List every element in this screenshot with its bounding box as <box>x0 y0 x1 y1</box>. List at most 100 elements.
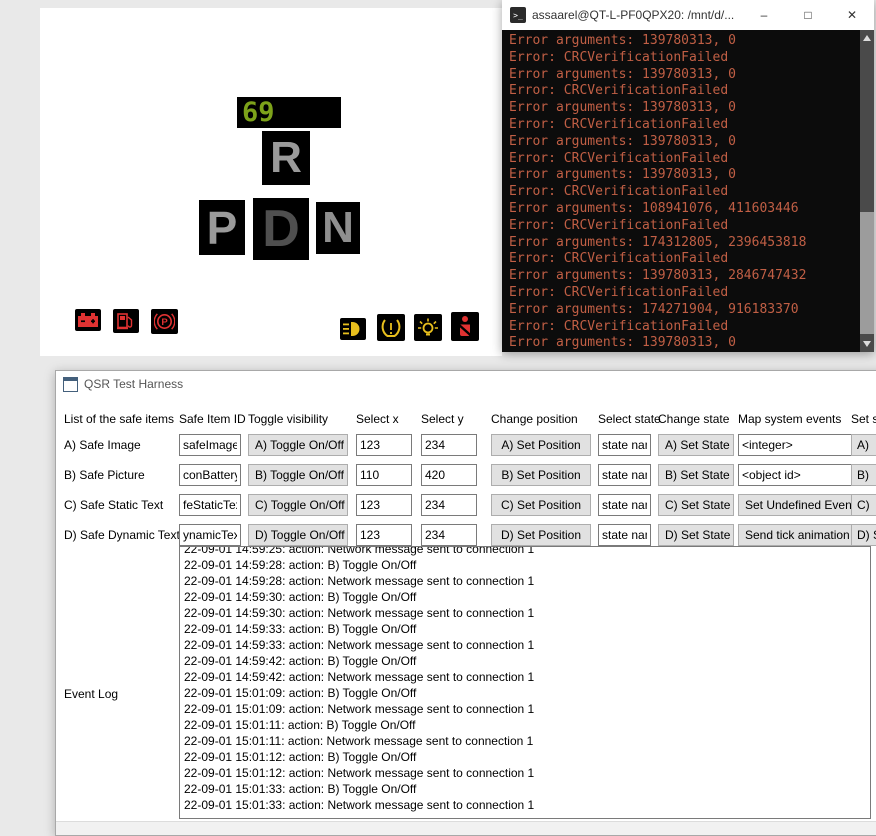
set-state-button[interactable]: B) Set State <box>658 464 734 486</box>
select-x-input[interactable] <box>356 464 412 486</box>
row-label: A) Safe Image <box>64 438 141 452</box>
safe-item-id-input[interactable] <box>179 464 241 486</box>
send-tick-animation-button[interactable]: Send tick animation <box>738 524 856 546</box>
column-header-toggle-visibility: Toggle visibility <box>248 412 328 426</box>
event-log[interactable]: 22-09-01 14:59:25: action: Network messa… <box>179 546 871 819</box>
select-y-input[interactable] <box>421 464 477 486</box>
terminal-scrollbar[interactable] <box>860 30 874 352</box>
seatbelt-warning-icon <box>451 312 479 341</box>
scrollbar-thumb[interactable] <box>860 212 874 334</box>
column-header-change-state: Change state <box>658 412 729 426</box>
window-title: QSR Test Harness <box>84 377 183 391</box>
event-log-line: 22-09-01 15:01:12: action: B) Toggle On/… <box>184 749 870 765</box>
column-header-select-x: Select x <box>356 412 399 426</box>
event-log-line: 22-09-01 14:59:28: action: Network messa… <box>184 573 870 589</box>
headlight-icon <box>340 318 366 340</box>
terminal-line: Error: CRCVerificationFailed <box>509 83 856 100</box>
column-header-change-position: Change position <box>491 412 578 426</box>
column-header-set-s: Set s <box>851 412 876 426</box>
set-system-event-button[interactable]: B) <box>851 464 876 486</box>
select-state-input[interactable] <box>598 464 651 486</box>
close-button[interactable]: ✕ <box>830 0 874 30</box>
lamp-indicator-icon <box>414 314 442 341</box>
event-log-lines: 22-09-01 14:59:25: action: Network messa… <box>180 546 870 813</box>
gear-option-n: N <box>316 202 360 254</box>
select-state-input[interactable] <box>598 524 651 546</box>
safe-item-id-input[interactable] <box>179 494 241 516</box>
terminal-window: >_ assaarel@QT-L-PF0QPX20: /mnt/d/... – … <box>502 0 874 352</box>
row-safe-image: A) Safe Image A) Toggle On/Off A) Set Po… <box>56 434 876 456</box>
set-state-button[interactable]: D) Set State <box>658 524 734 546</box>
scroll-down-icon[interactable] <box>860 336 874 352</box>
column-header-select-y: Select y <box>421 412 464 426</box>
event-log-line: 22-09-01 15:01:09: action: Network messa… <box>184 701 870 717</box>
select-x-input[interactable] <box>356 494 412 516</box>
terminal-line: Error: CRCVerificationFailed <box>509 50 856 67</box>
gear-option-d: D <box>253 198 309 260</box>
row-label: D) Safe Dynamic Text <box>64 528 180 542</box>
row-safe-dynamic-text: D) Safe Dynamic Text D) Toggle On/Off D)… <box>56 524 876 546</box>
toggle-visibility-button[interactable]: D) Toggle On/Off <box>248 524 348 546</box>
maximize-button[interactable]: □ <box>786 0 830 30</box>
terminal-line: Error arguments: 139780313, 0 <box>509 33 856 50</box>
event-log-line: 22-09-01 15:01:12: action: Network messa… <box>184 765 870 781</box>
svg-text:P: P <box>161 317 168 328</box>
map-system-event-input[interactable] <box>738 434 856 456</box>
terminal-line: Error arguments: 139780313, 0 <box>509 134 856 151</box>
set-state-button[interactable]: C) Set State <box>658 494 734 516</box>
select-state-input[interactable] <box>598 494 651 516</box>
instrument-cluster-panel: 69 R P D N <box>40 8 502 356</box>
terminal-line: Error arguments: 139780313, 2846747432 <box>509 268 856 285</box>
set-system-event-button[interactable]: C) <box>851 494 876 516</box>
set-position-button[interactable]: C) Set Position <box>491 494 591 516</box>
set-position-button[interactable]: D) Set Position <box>491 524 591 546</box>
set-undefined-event-button[interactable]: Set Undefined Event <box>738 494 856 516</box>
toggle-visibility-button[interactable]: A) Toggle On/Off <box>248 434 348 456</box>
set-state-button[interactable]: A) Set State <box>658 434 734 456</box>
event-log-line: 22-09-01 15:01:33: action: Network messa… <box>184 797 870 813</box>
tire-pressure-icon <box>377 314 405 341</box>
qsr-test-harness-window: QSR Test Harness List of the safe items … <box>55 370 876 836</box>
event-log-line: 22-09-01 14:59:33: action: B) Toggle On/… <box>184 621 870 637</box>
safe-item-id-input[interactable] <box>179 524 241 546</box>
event-log-line: 22-09-01 15:01:11: action: B) Toggle On/… <box>184 717 870 733</box>
event-log-line: 22-09-01 14:59:28: action: B) Toggle On/… <box>184 557 870 573</box>
select-x-input[interactable] <box>356 524 412 546</box>
parking-brake-icon: P <box>151 309 178 334</box>
column-header-safe-items: List of the safe items <box>64 412 174 426</box>
terminal-line: Error arguments: 139780313, 0 <box>509 167 856 184</box>
set-position-button[interactable]: B) Set Position <box>491 464 591 486</box>
event-log-line: 22-09-01 14:59:42: action: Network messa… <box>184 669 870 685</box>
horizontal-scrollbar[interactable] <box>56 821 876 835</box>
battery-warning-icon <box>75 309 101 331</box>
terminal-line: Error: CRCVerificationFailed <box>509 184 856 201</box>
terminal-line: Error: CRCVerificationFailed <box>509 117 856 134</box>
scroll-up-icon[interactable] <box>860 30 874 46</box>
terminal-line: Error: CRCVerificationFailed <box>509 251 856 268</box>
safe-item-id-input[interactable] <box>179 434 241 456</box>
select-y-input[interactable] <box>421 434 477 456</box>
toggle-visibility-button[interactable]: B) Toggle On/Off <box>248 464 348 486</box>
terminal-line: Error: CRCVerificationFailed <box>509 319 856 336</box>
qsr-titlebar[interactable]: QSR Test Harness <box>56 371 876 397</box>
event-log-label: Event Log <box>64 687 118 701</box>
set-system-event-button[interactable]: D) S <box>851 524 876 546</box>
select-x-input[interactable] <box>356 434 412 456</box>
set-position-button[interactable]: A) Set Position <box>491 434 591 456</box>
terminal-title: assaarel@QT-L-PF0QPX20: /mnt/d/... <box>532 8 742 22</box>
column-header-select-state: Select state <box>598 412 661 426</box>
row-label: C) Safe Static Text <box>64 498 163 512</box>
select-y-input[interactable] <box>421 524 477 546</box>
speed-value: 69 <box>237 97 275 128</box>
map-system-event-input[interactable] <box>738 464 856 486</box>
toggle-visibility-button[interactable]: C) Toggle On/Off <box>248 494 348 516</box>
terminal-line: Error: CRCVerificationFailed <box>509 285 856 302</box>
terminal-output: Error arguments: 139780313, 0Error: CRCV… <box>502 30 874 352</box>
terminal-titlebar[interactable]: >_ assaarel@QT-L-PF0QPX20: /mnt/d/... – … <box>502 0 874 30</box>
select-y-input[interactable] <box>421 494 477 516</box>
set-system-event-button[interactable]: A) <box>851 434 876 456</box>
select-state-input[interactable] <box>598 434 651 456</box>
minimize-button[interactable]: – <box>742 0 786 30</box>
fuel-low-icon <box>113 309 139 333</box>
terminal-line: Error: CRCVerificationFailed <box>509 151 856 168</box>
